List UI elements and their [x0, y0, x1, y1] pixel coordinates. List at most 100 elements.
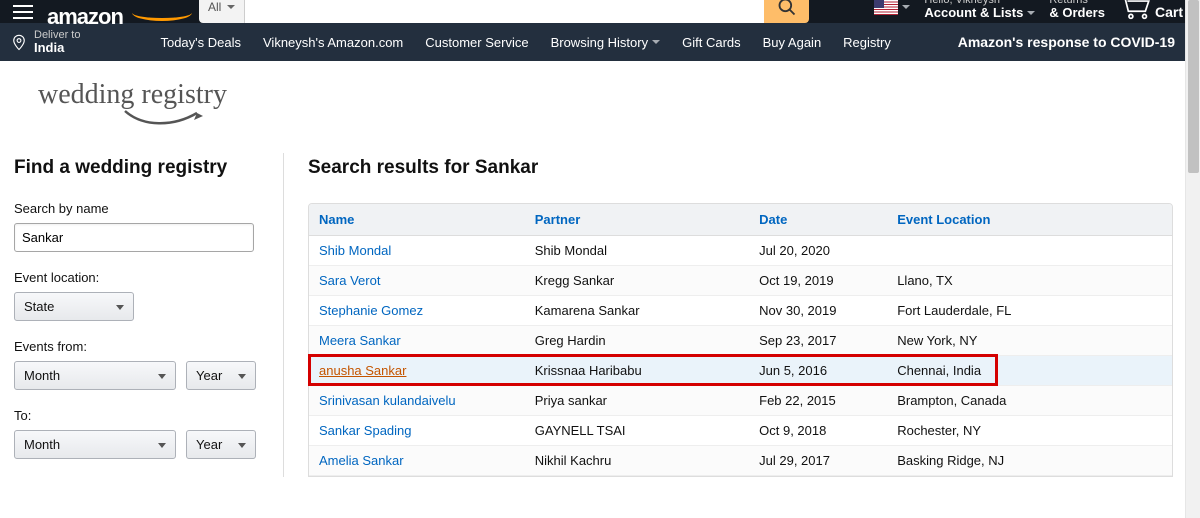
date-cell: Jun 5, 2016: [749, 356, 887, 386]
location-pin-icon: [10, 33, 28, 51]
to-month-select[interactable]: Month: [14, 430, 176, 459]
name-cell: anusha Sankar: [309, 356, 525, 386]
event-location-label: Event location:: [14, 270, 263, 285]
column-header[interactable]: Date: [749, 204, 887, 236]
registry-name-link[interactable]: Sara Verot: [319, 273, 380, 288]
search-input[interactable]: [245, 0, 764, 23]
nav-top-bar: amazon All Hello, Vikneysh Account: [0, 0, 1193, 23]
returns-orders[interactable]: Returns & Orders: [1049, 0, 1105, 20]
chevron-down-icon: [652, 40, 660, 44]
search-category-label: All: [208, 0, 221, 14]
smile-arrow-icon: [123, 109, 203, 133]
scroll-thumb[interactable]: [1188, 0, 1199, 173]
date-cell: Jul 29, 2017: [749, 446, 887, 476]
registry-name-link[interactable]: Meera Sankar: [319, 333, 401, 348]
search-name-input[interactable]: [14, 223, 254, 252]
sidebar-title: Find a wedding registry: [14, 157, 263, 179]
nav-link[interactable]: Gift Cards: [682, 35, 741, 50]
nav-link[interactable]: Vikneysh's Amazon.com: [263, 35, 403, 50]
name-cell: Sankar Spading: [309, 416, 525, 446]
date-cell: Sep 23, 2017: [749, 326, 887, 356]
account-label: Account & Lists: [924, 5, 1023, 20]
nav-link[interactable]: Registry: [843, 35, 891, 50]
partner-cell: Nikhil Kachru: [525, 446, 749, 476]
scrollbar[interactable]: [1185, 0, 1200, 518]
date-cell: Feb 22, 2015: [749, 386, 887, 416]
nav-sub-bar: Deliver to India Today's Deals Vikneysh's…: [0, 23, 1193, 61]
deliver-to[interactable]: Deliver to India: [10, 29, 80, 55]
name-cell: Stephanie Gomez: [309, 296, 525, 326]
nav-link[interactable]: Browsing History: [551, 35, 661, 50]
search-name-label: Search by name: [14, 201, 263, 216]
from-month-select[interactable]: Month: [14, 361, 176, 390]
search-button[interactable]: [764, 0, 809, 23]
wedding-registry-text: wedding registry: [38, 79, 1193, 111]
account-menu[interactable]: Hello, Vikneysh Account & Lists: [924, 0, 1035, 20]
results-panel: Search results for Sankar NamePartnerDat…: [284, 153, 1193, 477]
table-row: Sara VerotKregg SankarOct 19, 2019Llano,…: [309, 266, 1172, 296]
table-row: Amelia SankarNikhil KachruJul 29, 2017Ba…: [309, 446, 1172, 476]
to-year-select[interactable]: Year: [186, 430, 256, 459]
covid-link[interactable]: Amazon's response to COVID-19: [958, 34, 1175, 50]
name-cell: Srinivasan kulandaivelu: [309, 386, 525, 416]
date-cell: Jul 20, 2020: [749, 236, 887, 266]
to-month-value: Month: [24, 437, 60, 452]
nav-links: Today's Deals Vikneysh's Amazon.com Custom…: [160, 35, 890, 50]
location-cell: Llano, TX: [887, 266, 1172, 296]
table-body: Shib MondalShib MondalJul 20, 2020Sara V…: [309, 236, 1172, 476]
filter-sidebar: Find a wedding registry Search by name E…: [0, 153, 284, 477]
chevron-down-icon: [1027, 11, 1035, 15]
to-year-value: Year: [196, 437, 222, 452]
table-row: Sankar SpadingGAYNELL TSAIOct 9, 2018Roc…: [309, 416, 1172, 446]
date-cell: Nov 30, 2019: [749, 296, 887, 326]
date-cell: Oct 9, 2018: [749, 416, 887, 446]
registry-name-link[interactable]: Sankar Spading: [319, 423, 412, 438]
partner-cell: Kregg Sankar: [525, 266, 749, 296]
table-header-row: NamePartnerDateEvent Location: [309, 204, 1172, 236]
column-header[interactable]: Event Location: [887, 204, 1172, 236]
from-year-value: Year: [196, 368, 222, 383]
nav-link[interactable]: Customer Service: [425, 35, 528, 50]
registry-name-link[interactable]: anusha Sankar: [319, 363, 406, 378]
column-header[interactable]: Name: [309, 204, 525, 236]
name-cell: Amelia Sankar: [309, 446, 525, 476]
column-header[interactable]: Partner: [525, 204, 749, 236]
state-value: State: [24, 299, 54, 314]
name-cell: Sara Verot: [309, 266, 525, 296]
nav-link[interactable]: Today's Deals: [160, 35, 241, 50]
location-cell: Rochester, NY: [887, 416, 1172, 446]
from-month-value: Month: [24, 368, 60, 383]
registry-name-link[interactable]: Amelia Sankar: [319, 453, 404, 468]
wedding-registry-logo[interactable]: wedding registry: [0, 61, 1193, 143]
table-row: Meera Sankar Greg HardinSep 23, 2017New Y…: [309, 326, 1172, 356]
location-cell: Brampton, Canada: [887, 386, 1172, 416]
cart-link[interactable]: Cart: [1119, 0, 1183, 20]
amazon-logo[interactable]: amazon: [47, 10, 187, 27]
cart-icon: [1119, 0, 1153, 20]
partner-cell: Krissnaa Haribabu: [525, 356, 749, 386]
search-category-dropdown[interactable]: All: [199, 0, 245, 23]
from-year-select[interactable]: Year: [186, 361, 256, 390]
registry-name-link[interactable]: Shib Mondal: [319, 243, 391, 258]
table-row: Srinivasan kulandaivelu Priya sankarFeb 2…: [309, 386, 1172, 416]
search-icon: [777, 0, 797, 17]
state-select[interactable]: State: [14, 292, 134, 321]
logo-text: amazon: [47, 10, 123, 23]
location-cell: New York, NY: [887, 326, 1172, 356]
locale-selector[interactable]: [874, 0, 910, 15]
registry-name-link[interactable]: Srinivasan kulandaivelu: [319, 393, 456, 408]
location-cell: Chennai, India: [887, 356, 1172, 386]
hamburger-menu-icon[interactable]: [8, 0, 38, 23]
logo-smile-icon: [132, 11, 192, 21]
to-label: To:: [14, 408, 263, 423]
nav-link[interactable]: Buy Again: [763, 35, 822, 50]
name-cell: Meera Sankar: [309, 326, 525, 356]
results-table-wrapper: NamePartnerDateEvent Location Shib Monda…: [308, 203, 1173, 477]
chevron-down-icon: [902, 5, 910, 9]
location-cell: Fort Lauderdale, FL: [887, 296, 1172, 326]
flag-us-icon: [874, 0, 898, 15]
results-table: NamePartnerDateEvent Location Shib Monda…: [309, 204, 1172, 476]
partner-cell: Greg Hardin: [525, 326, 749, 356]
registry-name-link[interactable]: Stephanie Gomez: [319, 303, 423, 318]
partner-cell: Priya sankar: [525, 386, 749, 416]
